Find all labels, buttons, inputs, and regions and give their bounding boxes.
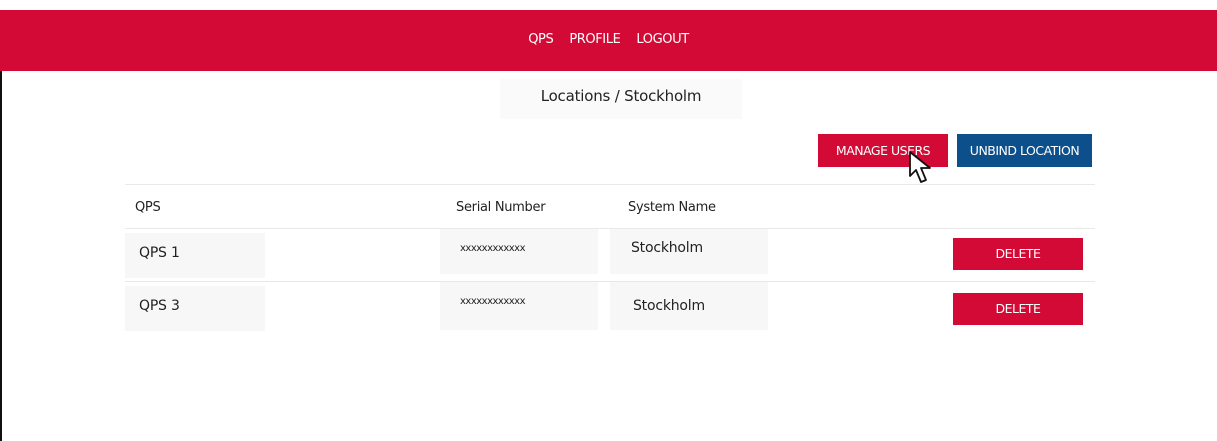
serial-number-cell: xxxxxxxxxxxx [460, 243, 526, 254]
column-header-qps: QPS [135, 200, 161, 215]
qps-cell: QPS 1 [139, 245, 180, 261]
manage-users-button[interactable]: MANAGE USERS [818, 134, 948, 167]
qps-cell: QPS 3 [139, 298, 180, 314]
page-frame [0, 10, 1217, 441]
system-name-cell: Stockholm [631, 240, 703, 256]
column-header-serial-number: Serial Number [456, 200, 546, 215]
nav-item-logout[interactable]: LOGOUT [628, 32, 696, 47]
main-nav: QPS PROFILE LOGOUT [0, 32, 1217, 47]
delete-button[interactable]: DELETE [953, 293, 1083, 325]
column-header-system-name: System Name [628, 200, 716, 215]
unbind-location-button[interactable]: UNBIND LOCATION [957, 134, 1092, 167]
delete-button[interactable]: DELETE [953, 238, 1083, 270]
serial-number-cell: xxxxxxxxxxxx [460, 296, 526, 307]
table-top-border [125, 184, 1095, 185]
nav-item-qps[interactable]: QPS [520, 32, 561, 47]
system-name-cell: Stockholm [633, 298, 705, 314]
breadcrumb: Locations / Stockholm [500, 79, 742, 119]
nav-item-profile[interactable]: PROFILE [561, 32, 628, 47]
